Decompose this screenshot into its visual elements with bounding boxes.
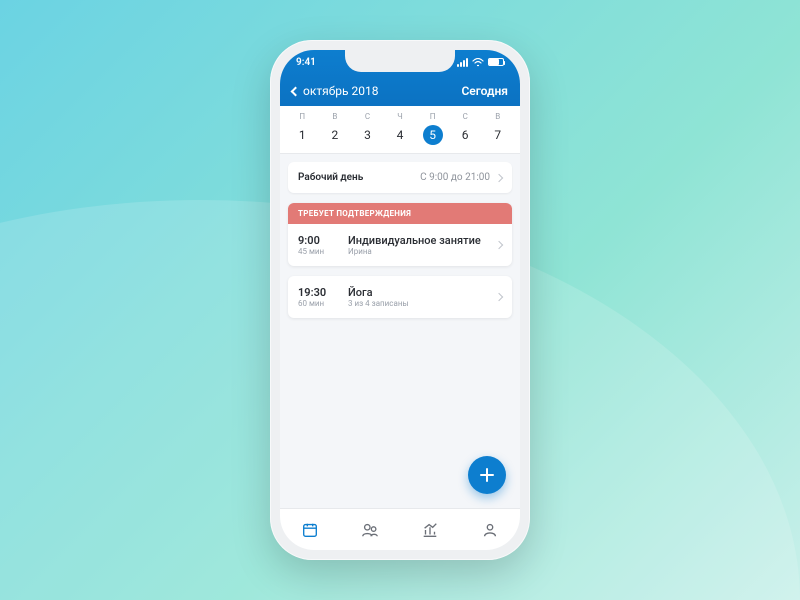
event-time: 19:30 60 мин	[298, 286, 338, 308]
battery-icon	[488, 58, 504, 66]
day-col[interactable]: С6	[449, 110, 482, 145]
tab-bar	[280, 508, 520, 550]
profile-icon	[481, 521, 499, 539]
event-body: Индивидуальное занятие Ирина	[348, 234, 486, 256]
month-label: октябрь 2018	[303, 84, 378, 98]
week-strip: П1 В2 С3 Ч4 П5 С6 В7	[280, 106, 520, 154]
today-button[interactable]: Сегодня	[461, 84, 508, 98]
event-body: Йога 3 из 4 записаны	[348, 286, 486, 308]
tab-profile[interactable]	[460, 509, 520, 550]
notch	[345, 50, 455, 72]
stats-icon	[421, 521, 439, 539]
chevron-right-icon	[495, 241, 503, 249]
tab-clients[interactable]	[340, 509, 400, 550]
clients-icon	[361, 521, 379, 539]
worktime-row[interactable]: Рабочий день С 9:00 до 21:00	[288, 162, 512, 193]
event-card: 19:30 60 мин Йога 3 из 4 записаны	[288, 276, 512, 318]
day-col[interactable]: С3	[351, 110, 384, 145]
calendar-icon	[301, 521, 319, 539]
day-col[interactable]: П1	[286, 110, 319, 145]
day-col[interactable]: Ч4	[384, 110, 417, 145]
worktime-value: С 9:00 до 21:00	[420, 172, 502, 183]
plus-icon	[479, 467, 495, 483]
event-time: 9:00 45 мин	[298, 234, 338, 256]
day-col[interactable]: В7	[481, 110, 514, 145]
event-row[interactable]: 19:30 60 мин Йога 3 из 4 записаны	[288, 276, 512, 318]
chevron-right-icon	[495, 173, 503, 181]
day-col-selected[interactable]: П5	[416, 110, 449, 145]
phone-frame: 9:41 октябрь 2018 Сегодня П1 В2 С3 Ч4	[270, 40, 530, 560]
background: 9:41 октябрь 2018 Сегодня П1 В2 С3 Ч4	[0, 0, 800, 600]
event-card-pending: ТРЕБУЕТ ПОДТВЕРЖДЕНИЯ 9:00 45 мин Индиви…	[288, 203, 512, 266]
status-time: 9:41	[296, 57, 316, 68]
tab-stats[interactable]	[400, 509, 460, 550]
add-button[interactable]	[468, 456, 506, 494]
event-row[interactable]: 9:00 45 мин Индивидуальное занятие Ирина	[288, 224, 512, 266]
worktime-label: Рабочий день	[298, 172, 363, 183]
chevron-left-icon	[291, 86, 301, 96]
status-icons	[457, 58, 504, 67]
signal-icon	[457, 58, 468, 67]
pending-banner: ТРЕБУЕТ ПОДТВЕРЖДЕНИЯ	[288, 203, 512, 224]
screen: 9:41 октябрь 2018 Сегодня П1 В2 С3 Ч4	[280, 50, 520, 550]
wifi-icon	[472, 58, 484, 67]
back-button[interactable]: октябрь 2018	[292, 84, 378, 98]
chevron-right-icon	[495, 293, 503, 301]
day-col[interactable]: В2	[319, 110, 352, 145]
tab-calendar[interactable]	[280, 509, 340, 550]
